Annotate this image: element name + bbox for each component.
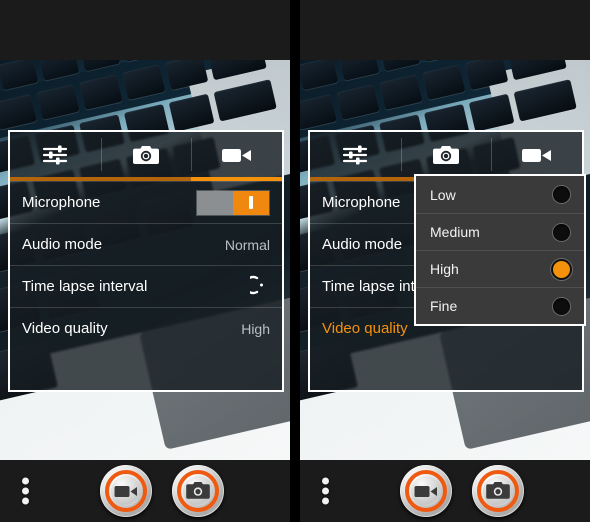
bottom-control-bar-right <box>300 460 590 522</box>
setting-label: Microphone <box>322 194 401 211</box>
radio-button[interactable] <box>553 186 570 203</box>
setting-row-microphone[interactable]: Microphone <box>10 181 282 223</box>
tab-camera-settings[interactable] <box>400 132 492 177</box>
dropdown-option-high[interactable]: High <box>416 250 584 287</box>
tab-video-settings[interactable] <box>191 132 282 177</box>
video-settings-panel-left[interactable]: Microphone Audio mode Normal Time lapse … <box>8 130 284 392</box>
dropdown-option-fine[interactable]: Fine <box>416 287 584 324</box>
tab-video-settings[interactable] <box>491 132 582 177</box>
status-bar-left <box>0 0 290 60</box>
camera-icon <box>132 144 160 166</box>
camera-icon <box>486 482 510 499</box>
setting-value: High <box>241 320 270 337</box>
dropdown-option-low[interactable]: Low <box>416 176 584 213</box>
tab-general-settings[interactable] <box>10 132 101 177</box>
screen-divider <box>290 0 300 522</box>
shutter-button-group-right <box>300 460 590 522</box>
take-photo-button[interactable] <box>472 465 524 517</box>
video-camera-icon <box>414 485 437 497</box>
dropdown-option-label: High <box>430 261 459 277</box>
setting-label: Video quality <box>22 320 108 337</box>
setting-label: Time lapse interval <box>22 278 148 295</box>
shutter-button-group-left <box>0 460 290 522</box>
setting-label: Audio mode <box>22 236 103 253</box>
setting-row-time-lapse-interval[interactable]: Time lapse interval <box>10 265 282 307</box>
radio-button[interactable] <box>553 297 570 315</box>
screenshot-stage: Microphone Audio mode Normal Time lapse … <box>0 0 590 522</box>
video-settings-panel-right[interactable]: Microphone Audio mode Normal Time lapse … <box>308 130 586 392</box>
sliders-icon <box>341 144 369 166</box>
bottom-control-bar-left <box>0 460 290 522</box>
phone-screen-left: Microphone Audio mode Normal Time lapse … <box>0 0 290 522</box>
toggle-off-half <box>197 190 233 215</box>
setting-row-audio-mode[interactable]: Audio mode Normal <box>10 223 282 265</box>
settings-tabs-left <box>10 132 282 177</box>
status-bar-right <box>300 0 590 60</box>
sliders-icon <box>41 144 69 166</box>
toggle-on-half <box>233 190 269 215</box>
record-video-button[interactable] <box>100 465 152 517</box>
time-lapse-off-icon <box>244 275 270 299</box>
settings-tabs-right <box>310 132 582 177</box>
dropdown-option-medium[interactable]: Medium <box>416 213 584 250</box>
setting-row-video-quality[interactable]: Video quality High <box>10 307 282 349</box>
video-camera-icon <box>521 145 553 165</box>
camera-icon <box>186 482 210 499</box>
video-camera-icon <box>221 145 253 165</box>
setting-label: Microphone <box>22 194 101 211</box>
record-video-button[interactable] <box>400 465 452 517</box>
dropdown-option-label: Fine <box>430 298 458 314</box>
tab-general-settings[interactable] <box>310 132 401 177</box>
camera-icon <box>432 144 460 166</box>
radio-button-selected[interactable] <box>553 260 570 278</box>
setting-label: Video quality <box>322 320 408 337</box>
microphone-toggle[interactable] <box>196 189 270 216</box>
tab-camera-settings[interactable] <box>100 132 192 177</box>
phone-screen-right: Microphone Audio mode Normal Time lapse … <box>300 0 590 522</box>
radio-button[interactable] <box>553 223 570 241</box>
setting-label: Audio mode <box>322 236 403 253</box>
take-photo-button[interactable] <box>172 465 224 517</box>
dropdown-option-label: Low <box>430 186 456 203</box>
video-quality-dropdown[interactable]: Low Medium High Fine <box>414 174 586 326</box>
video-camera-icon <box>114 485 137 497</box>
dropdown-option-label: Medium <box>430 224 480 240</box>
setting-value: Normal <box>224 236 270 253</box>
